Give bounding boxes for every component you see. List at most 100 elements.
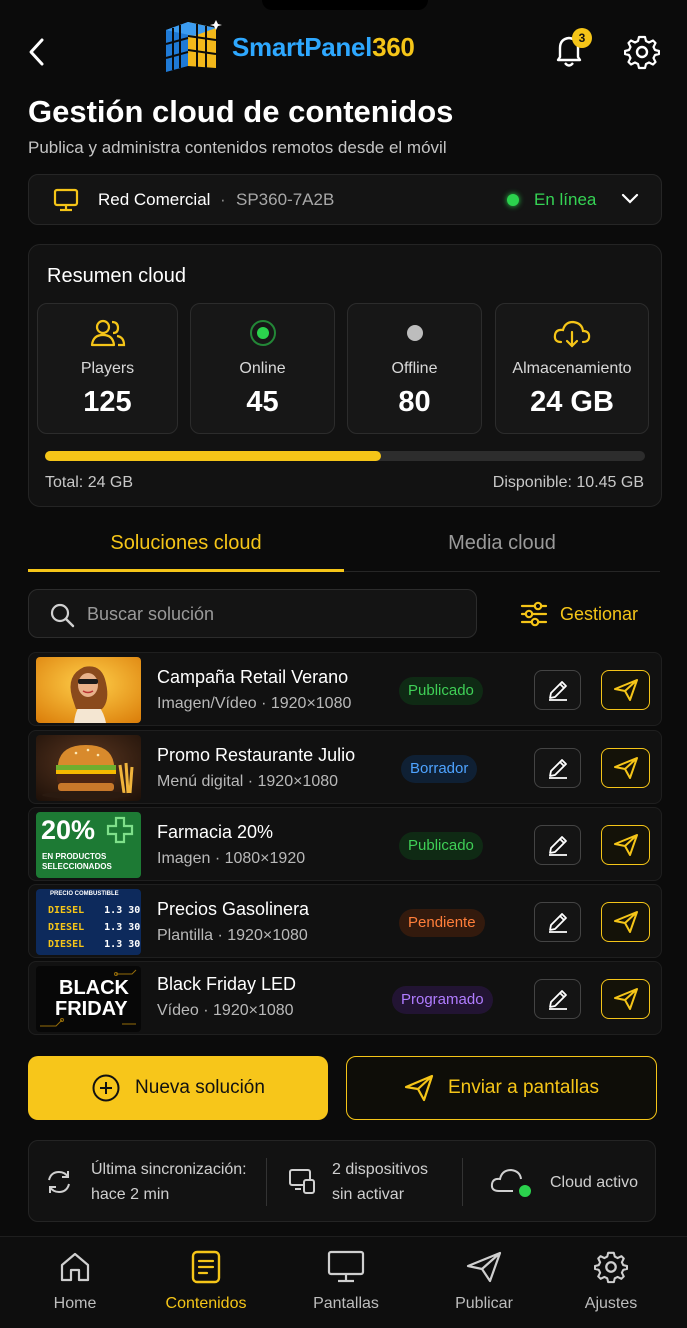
nav-publicar[interactable]: Publicar <box>429 1249 539 1319</box>
stat-label: Almacenamiento <box>512 360 632 377</box>
burger-image <box>36 735 141 801</box>
status-badge: Publicado <box>399 832 483 860</box>
thumbnail-black-friday: BLACK FRIDAY <box>36 966 141 1032</box>
bf-line1: BLACK <box>59 977 129 999</box>
chevron-down-icon <box>621 193 639 204</box>
network-selector[interactable]: Red Comercial · SP360-7A2B En línea <box>28 174 662 225</box>
fuel-price: 1.3 30 <box>104 939 141 950</box>
bf-line2: FRIDAY <box>55 998 128 1020</box>
solution-row[interactable]: Campaña Retail Verano Imagen/Vídeo · 192… <box>28 652 662 726</box>
storage-total: Total: 24 GB <box>45 474 134 491</box>
solution-row[interactable]: PRECIO COMBUSTIBLE DIESEL 1.3 30 DIESEL … <box>28 884 662 958</box>
send-button[interactable] <box>601 748 650 788</box>
cloud-storage-icon <box>553 320 591 348</box>
storage-progress-bar <box>45 451 645 461</box>
monitor-icon <box>327 1250 365 1283</box>
send-button[interactable] <box>601 902 650 942</box>
edit-button[interactable] <box>534 979 581 1019</box>
plus-circle-icon <box>92 1074 120 1102</box>
cloud-status: Cloud activo <box>550 1174 639 1191</box>
gear-icon <box>594 1251 628 1284</box>
bottom-nav: Home Contenidos Pantallas Publicar Ajust… <box>0 1236 687 1328</box>
edit-button[interactable] <box>534 748 581 788</box>
solution-row[interactable]: Promo Restaurante Julio Menú digital · 1… <box>28 730 662 804</box>
stat-offline: Offline 80 <box>347 303 482 434</box>
stat-label: Offline <box>391 360 438 377</box>
new-solution-label: Nueva solución <box>135 1077 265 1098</box>
cloud-active-icon <box>490 1168 533 1199</box>
summary-title: Resumen cloud <box>47 265 186 287</box>
status-badge: Programado <box>392 986 493 1014</box>
online-status-dot <box>507 194 519 206</box>
search-box <box>28 589 477 638</box>
stat-value: 24 GB <box>530 386 614 418</box>
devices-info: 2 dispositivos sin activar <box>332 1157 428 1207</box>
users-icon <box>90 319 125 347</box>
paper-plane-icon <box>613 757 638 779</box>
search-input[interactable] <box>87 601 457 627</box>
send-button[interactable] <box>601 670 650 710</box>
pharmacy-discount: 20% <box>41 815 96 845</box>
solution-title: Precios Gasolinera <box>157 899 310 919</box>
status-badge: Pendiente <box>399 909 485 937</box>
solution-row[interactable]: 20% EN PRODUCTOS SELECCIONADOS Farmacia … <box>28 807 662 881</box>
edit-button[interactable] <box>534 902 581 942</box>
search-icon <box>50 603 75 628</box>
logo-text: SmartPanel360 <box>232 31 415 62</box>
stat-storage: Almacenamiento 24 GB <box>495 303 649 434</box>
new-solution-button[interactable]: Nueva solución <box>28 1056 328 1120</box>
solution-title: Promo Restaurante Julio <box>157 745 356 765</box>
fuel-price: 1.3 30 <box>104 905 141 916</box>
device-notch <box>262 0 428 10</box>
tab-media-cloud[interactable]: Media cloud <box>344 532 660 572</box>
sync-line2: hace 2 min <box>91 1186 170 1203</box>
divider <box>462 1158 463 1206</box>
thumbnail-pharmacy: 20% EN PRODUCTOS SELECCIONADOS <box>36 812 141 878</box>
solution-row[interactable]: BLACK FRIDAY Black Friday LED Vídeo · 19… <box>28 961 662 1035</box>
nav-home[interactable]: Home <box>20 1249 130 1319</box>
devices-icon <box>289 1169 315 1194</box>
settings-button[interactable] <box>623 34 661 70</box>
devices-line1: 2 dispositivos <box>332 1161 429 1178</box>
manage-button[interactable]: Gestionar <box>520 600 638 628</box>
nav-label: Contenidos <box>165 1295 247 1312</box>
edit-button[interactable] <box>534 825 581 865</box>
page-title: Gestión cloud de contenidos <box>28 94 454 129</box>
page-subtitle: Publica y administra contenidos remotos … <box>28 138 447 157</box>
sliders-icon <box>520 601 548 627</box>
stat-label: Players <box>80 360 135 377</box>
network-separator: · <box>220 190 226 209</box>
pencil-icon <box>548 681 567 701</box>
cloud-summary-card: Resumen cloud Players 125 Online 45 Offl… <box>28 244 662 507</box>
fuel-name: DIESEL <box>48 922 85 933</box>
send-button[interactable] <box>601 979 650 1019</box>
network-name: Red Comercial <box>98 190 211 209</box>
solution-meta: Imagen/Vídeo · 1920×1080 <box>157 695 352 712</box>
sync-line1: Última sincronización: <box>91 1161 247 1178</box>
thumbnail-restaurant <box>36 735 141 801</box>
sync-icon <box>48 1170 70 1194</box>
status-strip: Última sincronización: hace 2 min 2 disp… <box>28 1140 656 1222</box>
monitor-icon <box>53 188 79 212</box>
thumbnail-fuel: PRECIO COMBUSTIBLE DIESEL 1.3 30 DIESEL … <box>36 889 141 955</box>
top-bar: SmartPanel360 3 <box>0 14 687 88</box>
paper-plane-icon <box>466 1251 502 1283</box>
nav-contenidos[interactable]: Contenidos <box>151 1249 261 1319</box>
devices-line2: sin activar <box>332 1186 405 1203</box>
edit-button[interactable] <box>534 670 581 710</box>
send-to-screens-button[interactable]: Enviar a pantallas <box>346 1056 657 1120</box>
solution-title: Farmacia 20% <box>157 822 274 842</box>
stat-players: Players 125 <box>37 303 178 434</box>
paper-plane-icon <box>404 1074 434 1102</box>
fuel-name: DIESEL <box>48 905 85 916</box>
nav-pantallas[interactable]: Pantallas <box>291 1249 401 1319</box>
thumbnail-retail <box>36 657 141 723</box>
retail-woman-image <box>36 657 141 723</box>
stat-value: 45 <box>246 386 279 418</box>
send-button[interactable] <box>601 825 650 865</box>
nav-ajustes[interactable]: Ajustes <box>556 1249 666 1319</box>
back-button[interactable] <box>24 36 52 68</box>
tab-soluciones-cloud[interactable]: Soluciones cloud <box>28 532 344 572</box>
pencil-icon <box>548 759 567 779</box>
paper-plane-icon <box>613 679 638 701</box>
